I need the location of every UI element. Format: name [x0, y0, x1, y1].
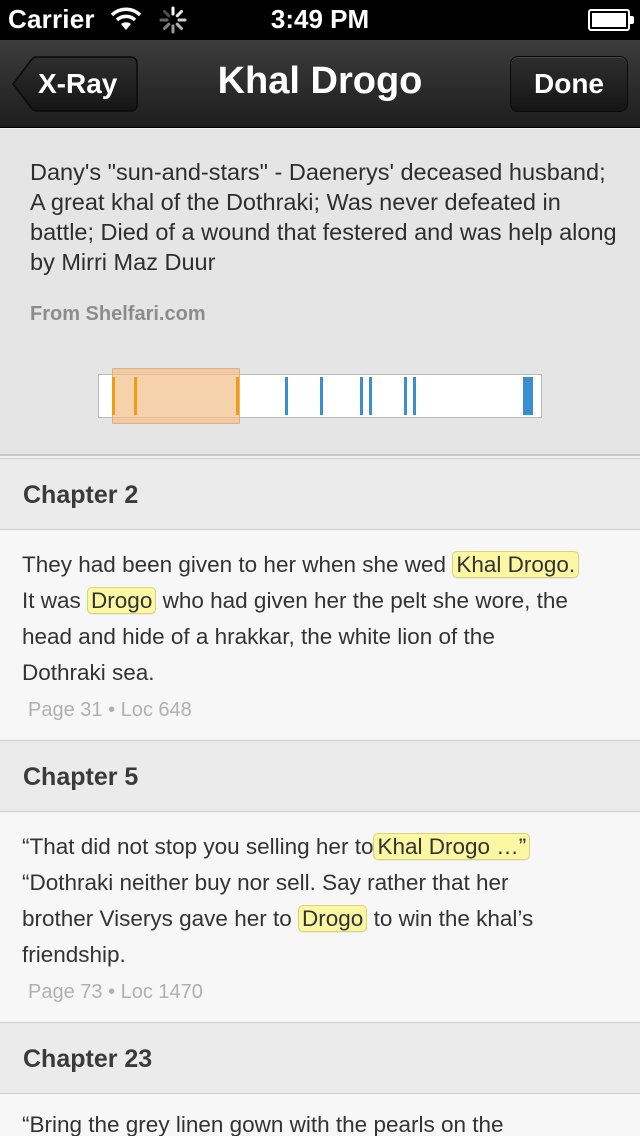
mentions-timeline[interactable]: [98, 368, 542, 424]
status-bar: Carrier 3:49 PM: [0, 0, 640, 40]
battery-icon: [588, 9, 634, 31]
passage-line: They had been given to her when she wed …: [22, 547, 620, 583]
chapter-title: Chapter 5: [23, 763, 139, 791]
timeline-mark: [360, 377, 363, 415]
passage-location: Page 73 • Loc 1470: [28, 981, 203, 1003]
timeline-mark-current: [112, 377, 115, 415]
passage-location: Page 31 • Loc 648: [28, 699, 192, 721]
passage-item[interactable]: “Bring the grey linen gown with the pear…: [0, 1095, 640, 1136]
done-button[interactable]: Done: [510, 56, 628, 112]
timeline-mark: [413, 377, 416, 415]
passage-line: “That did not stop you selling her to Kha…: [22, 829, 620, 865]
passage-line: It was Drogo who had given her the pelt …: [22, 587, 568, 614]
passage-item[interactable]: They had been given to her when she wed …: [0, 531, 640, 739]
character-description: Dany's "sun-and-stars" - Daenerys' decea…: [30, 159, 617, 275]
passage-text: “Bring the grey linen gown with the pear…: [22, 1107, 620, 1136]
chapter-header: Chapter 2: [0, 458, 640, 530]
passage-item[interactable]: “That did not stop you selling her to Kha…: [0, 813, 640, 1021]
timeline-mark-current: [236, 377, 239, 415]
timeline-viewport-highlight[interactable]: [112, 368, 240, 424]
chapter-header: Chapter 23: [0, 1022, 640, 1094]
character-info-panel: Dany's "sun-and-stars" - Daenerys' decea…: [0, 129, 640, 456]
chapter-title: Chapter 23: [23, 1045, 153, 1073]
highlighted-term[interactable]: Drogo: [298, 905, 368, 932]
highlighted-term[interactable]: Khal Drogo …”: [373, 833, 531, 860]
chapter-title: Chapter 2: [23, 481, 139, 509]
passage-line: “Dothraki neither buy nor sell. Say rath…: [22, 870, 509, 895]
passage-line: “Bring the grey linen gown with the pear…: [22, 1112, 504, 1136]
passage-text: They had been given to her when she wed …: [22, 547, 620, 691]
source-attribution[interactable]: From Shelfari.com: [30, 303, 206, 326]
timeline-mark-current: [134, 377, 137, 415]
passage-text: “That did not stop you selling her to Kha…: [22, 829, 620, 973]
highlighted-term[interactable]: Drogo: [87, 587, 157, 614]
passage-line: friendship.: [22, 942, 126, 967]
status-time: 3:49 PM: [270, 4, 370, 34]
timeline-mark: [404, 377, 407, 415]
passage-line: Dothraki sea.: [22, 660, 155, 685]
chapter-header: Chapter 5: [0, 740, 640, 812]
highlighted-term[interactable]: Khal Drogo.: [452, 551, 580, 578]
passage-line: head and hide of a hrakkar, the white li…: [22, 624, 495, 649]
navigation-bar: X-Ray Khal Drogo Done: [0, 40, 640, 128]
timeline-mark: [523, 377, 533, 415]
timeline-mark: [285, 377, 288, 415]
timeline-mark: [320, 377, 323, 415]
timeline-mark: [369, 377, 372, 415]
passage-line: brother Viserys gave her to Drogo to win…: [22, 905, 534, 932]
